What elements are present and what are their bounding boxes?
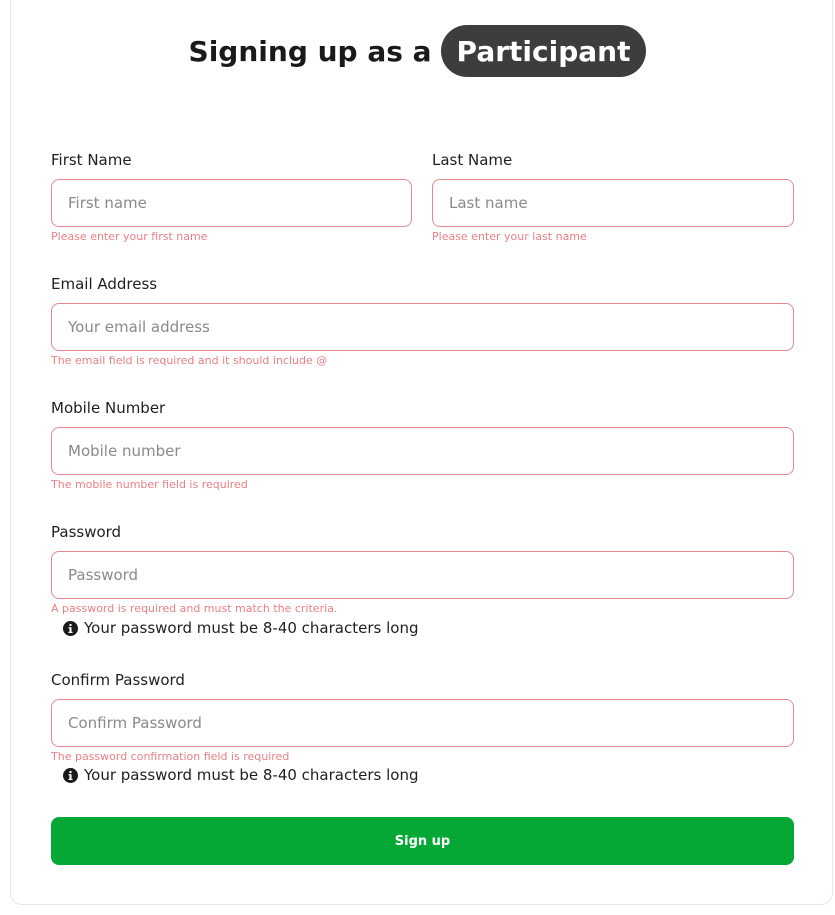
first-name-group: First Name Please enter your first name [51,151,412,251]
mobile-label: Mobile Number [51,399,166,417]
password-hint-text: Your password must be 8-40 characters lo… [84,619,419,637]
last-name-group: Last Name Please enter your last name [432,151,794,251]
info-circle-icon [63,767,78,783]
last-name-input[interactable] [432,179,794,227]
password-hint: Your password must be 8-40 characters lo… [63,619,418,637]
confirm-password-error: The password confirmation field is requi… [51,750,290,763]
email-group: Email Address The email field is require… [51,275,794,375]
first-name-label: First Name [51,151,132,169]
sign-up-button[interactable]: Sign up [51,817,794,865]
confirm-password-group: Confirm Password The password confirmati… [51,671,794,795]
last-name-error: Please enter your last name [432,230,587,243]
email-input[interactable] [51,303,794,351]
password-label: Password [51,523,122,541]
first-name-error: Please enter your first name [51,230,208,243]
mobile-error: The mobile number field is required [51,478,248,491]
info-circle-icon [63,620,78,636]
mobile-input[interactable] [51,427,794,475]
first-name-input[interactable] [51,179,412,227]
password-error: A password is required and must match th… [51,602,338,615]
role-badge: Participant [440,25,647,77]
confirm-password-hint-text: Your password must be 8-40 characters lo… [84,766,419,784]
password-input[interactable] [51,551,794,599]
confirm-password-label: Confirm Password [51,671,185,689]
password-group: Password A password is required and must… [51,523,794,647]
email-error: The email field is required and it shoul… [51,354,328,367]
email-label: Email Address [51,275,158,293]
confirm-password-input[interactable] [51,699,794,747]
mobile-group: Mobile Number The mobile number field is… [51,399,794,499]
page-title-lead: Signing up as a [188,34,432,68]
confirm-password-hint: Your password must be 8-40 characters lo… [63,766,418,784]
page-title: Signing up as a Participant [0,25,835,77]
last-name-label: Last Name [432,151,513,169]
